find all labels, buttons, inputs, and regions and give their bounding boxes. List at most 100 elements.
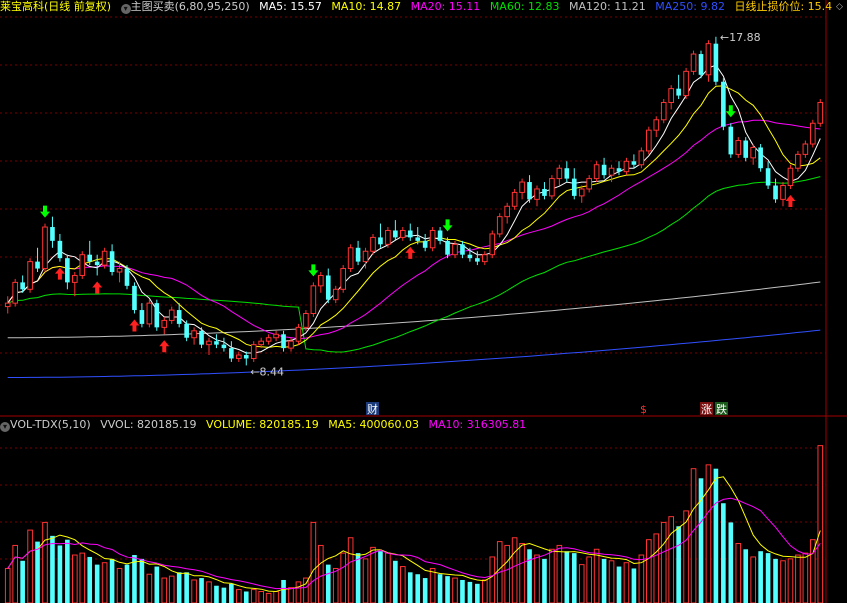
candle-body <box>758 147 763 169</box>
buy-arrow-icon <box>129 319 140 332</box>
indicator-name[interactable]: 主图买卖(6,80,95,250) <box>131 0 250 13</box>
volume-bar <box>653 533 660 603</box>
volume-bar <box>362 558 369 603</box>
volume-bar <box>250 589 257 603</box>
candle <box>94 254 100 276</box>
candle <box>250 341 257 362</box>
event-zhang-marker: 涨 <box>701 403 712 416</box>
candle-body <box>750 146 756 159</box>
volume-bar <box>206 581 212 603</box>
candle-body <box>206 340 212 346</box>
candle <box>79 251 86 279</box>
candle-body <box>475 258 480 262</box>
volume-bar <box>214 585 219 603</box>
volume-bar <box>415 574 421 603</box>
candle <box>638 147 645 169</box>
volume-bar <box>265 592 272 603</box>
candle <box>631 154 637 169</box>
candle-body <box>623 160 630 173</box>
volume-bar <box>295 581 302 603</box>
candle-body <box>482 254 488 263</box>
candle-body <box>705 43 712 76</box>
vol-indicator-name[interactable]: VOL-TDX(5,10) <box>10 418 91 431</box>
volume-bar <box>243 591 249 603</box>
volume-bar <box>571 553 577 603</box>
candle <box>705 40 712 82</box>
volume-bar <box>452 577 458 603</box>
volume-bar <box>124 564 130 603</box>
volume-bar <box>489 556 496 603</box>
volume-bar <box>519 543 525 603</box>
candle <box>295 323 302 345</box>
volume-bar <box>593 548 600 603</box>
volume-bar <box>12 544 18 603</box>
volume-bar <box>713 468 719 603</box>
sell-arrow-icon <box>308 264 319 277</box>
candle-body <box>132 285 137 311</box>
volume-bar <box>221 587 227 603</box>
candle-body <box>168 309 175 321</box>
candle <box>690 50 697 75</box>
candle <box>109 244 115 276</box>
candle <box>750 144 756 165</box>
volume-bar <box>35 541 40 603</box>
diamond-icon[interactable]: ◇ <box>836 2 843 12</box>
candle-body <box>184 323 189 338</box>
candle-body <box>318 274 324 287</box>
candle-body <box>616 168 622 172</box>
candle <box>556 164 563 186</box>
candle-body <box>631 161 637 165</box>
candle-body <box>295 326 302 342</box>
main-chart-header: 莱宝高科(日线 前复权) ▾ 主图买卖(6,80,95,250) MA5: 15.… <box>0 0 838 14</box>
candle <box>511 188 518 210</box>
candle <box>489 230 496 259</box>
vol-menu-icon[interactable]: ▾ <box>0 422 10 432</box>
volume-bar <box>795 554 801 603</box>
candle-body <box>407 230 413 238</box>
candle <box>265 334 272 345</box>
candle <box>139 303 145 328</box>
indicator-menu-icon[interactable]: ▾ <box>120 4 131 14</box>
volume-bar <box>429 567 436 603</box>
candle <box>780 182 786 207</box>
stock-chart-canvas[interactable]: ←17.88 ←8.44 财 $ 涨跌 <box>0 0 847 603</box>
volume-bar <box>631 568 637 603</box>
candle-body <box>385 229 391 245</box>
candle-body <box>578 188 585 197</box>
volume-bar <box>467 581 473 603</box>
volume-bar <box>437 574 443 603</box>
vol-ma5-line <box>7 476 821 593</box>
candle <box>534 185 540 207</box>
ma120-line <box>7 281 821 339</box>
candle-body <box>370 236 376 252</box>
candle-body <box>683 70 689 97</box>
volume-bar <box>482 579 488 603</box>
candle-body <box>325 275 331 300</box>
stock-name[interactable]: 莱宝高科 <box>0 0 44 13</box>
vol-ma10-value: MA10: 316305.81 <box>428 418 527 431</box>
candle-body <box>72 274 78 283</box>
volume-bar <box>690 468 697 603</box>
low-price-label: ←8.44 <box>250 365 284 378</box>
ma20-value: MA20: 15.11 <box>410 0 481 13</box>
candle <box>802 140 809 158</box>
candle <box>519 178 525 200</box>
candle-body <box>690 53 697 72</box>
candle <box>340 265 346 293</box>
candle-body <box>42 226 48 270</box>
candle <box>564 161 570 183</box>
volume-bar <box>721 503 726 603</box>
volume-bar <box>758 551 763 603</box>
volume-bar <box>109 558 115 603</box>
candle <box>735 137 742 158</box>
candle <box>810 119 816 148</box>
candle-body <box>564 168 570 179</box>
ma250-value: MA250: 9.82 <box>655 0 725 13</box>
candle-body <box>810 122 816 145</box>
volume-bar <box>422 578 428 603</box>
volume-bar <box>87 556 93 603</box>
candle-body <box>332 288 339 301</box>
vvol-value: VVOL: 820185.19 <box>100 418 197 431</box>
candle-body <box>94 261 100 266</box>
candle <box>132 282 137 314</box>
